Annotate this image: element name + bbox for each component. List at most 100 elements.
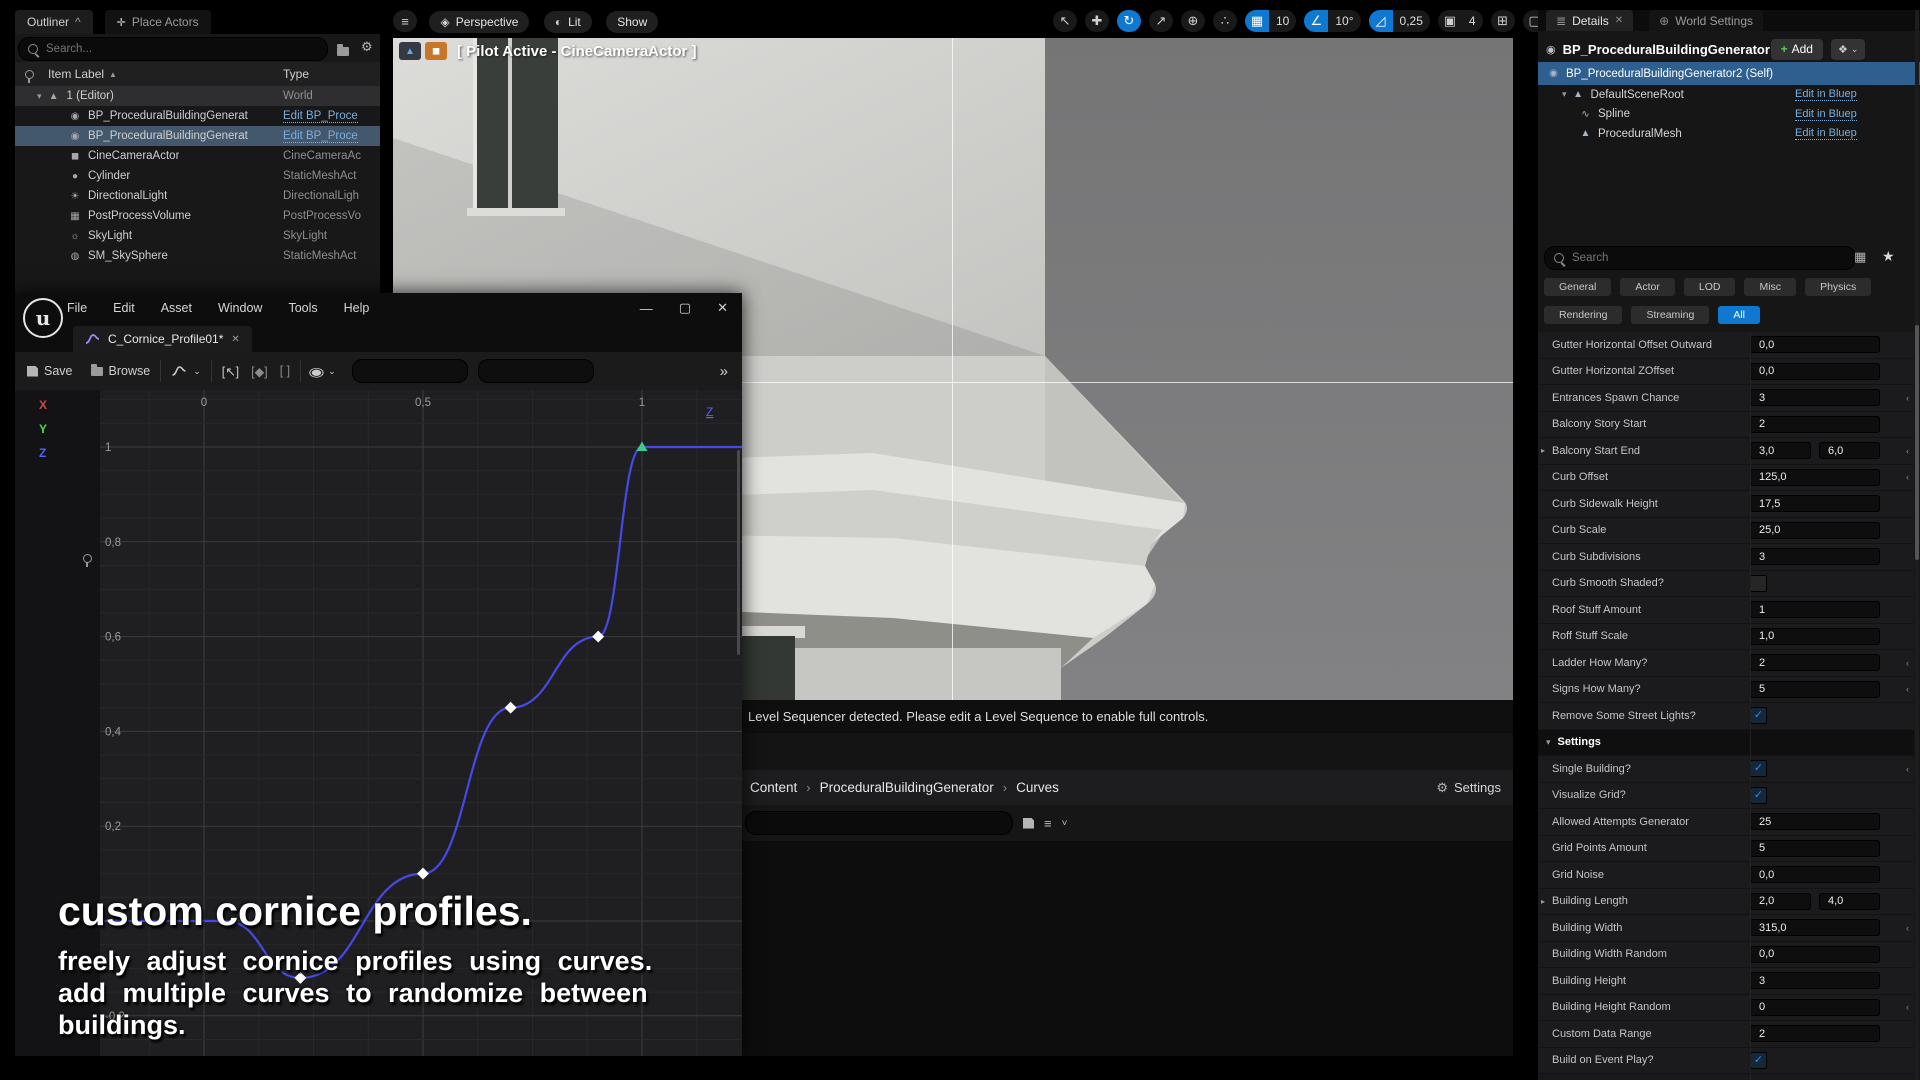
checkbox[interactable]: ✓ (1750, 1052, 1767, 1069)
property-row[interactable]: Roff Stuff Scale1,0 (1538, 624, 1914, 651)
menu-edit[interactable]: Edit (113, 301, 135, 315)
edit-in-blueprint-link[interactable]: Edit in Bluep (1795, 108, 1857, 121)
outliner-row[interactable]: ☼SkyLightSkyLight (15, 226, 380, 246)
value-field[interactable]: 25 (1750, 813, 1880, 830)
reset-to-default-icon[interactable]: ‹ (1906, 684, 1909, 694)
checkbox[interactable] (1750, 575, 1767, 592)
checkbox[interactable]: ✓ (1750, 760, 1767, 777)
key-tool[interactable]: [◆] (251, 364, 268, 379)
outliner-settings-gear-icon[interactable]: ⚙ (361, 39, 373, 55)
channel-y[interactable]: Y (39, 422, 47, 436)
category-chip-actor[interactable]: Actor (1620, 278, 1675, 296)
value-field[interactable]: 3 (1750, 389, 1880, 406)
outliner-row[interactable]: ◼CineCameraActorCineCameraAc (15, 146, 380, 166)
value-field[interactable]: 0 (1750, 999, 1880, 1016)
value-field[interactable]: 5 (1750, 681, 1880, 698)
asset-grid-area[interactable] (742, 841, 1513, 1056)
menu-window[interactable]: Window (218, 301, 262, 315)
value-field[interactable]: 0,0 (1750, 946, 1880, 963)
property-row[interactable]: Grid Noise0,0 (1538, 862, 1914, 889)
property-row[interactable]: Building Width Random0,0 (1538, 942, 1914, 969)
overflow-chevrons-icon[interactable]: » (720, 363, 728, 380)
component-tree-row[interactable]: ▲ProceduralMeshEdit in Bluep (1538, 124, 1920, 144)
component-tree-row[interactable]: ◉BP_ProceduralBuildingGenerator2 (Self) (1538, 62, 1920, 85)
visibility-dropdown[interactable]: ◉ ⌄ (311, 364, 335, 379)
checkbox[interactable]: ✓ (1750, 787, 1767, 804)
chevron-down-icon[interactable]: ˅ (1062, 818, 1068, 829)
value-field[interactable]: 0,0 (1750, 336, 1880, 353)
category-chip-rendering[interactable]: Rendering (1544, 306, 1622, 324)
content-browser-settings-button[interactable]: ⚙ Settings (1436, 780, 1501, 796)
property-category-header[interactable]: ▾Settings (1538, 730, 1914, 757)
value-field[interactable]: 3,0 (1750, 442, 1811, 459)
select-button[interactable]: ↖ (1053, 10, 1077, 32)
tab-details[interactable]: ≣ Details ✕ (1546, 10, 1633, 31)
move-button[interactable]: ✚ (1085, 10, 1109, 32)
reset-to-default-icon[interactable]: ‹ (1906, 472, 1909, 482)
value-field[interactable]: 4,0 (1819, 893, 1880, 910)
show-button[interactable]: Show (606, 11, 658, 33)
breadcrumb-item[interactable]: Content (750, 780, 797, 795)
save-button[interactable]: Save (27, 364, 73, 378)
property-row[interactable]: Ladder How Many?2‹ (1538, 650, 1914, 677)
property-row[interactable]: Visualize Grid?✓ (1538, 783, 1914, 810)
lit-mode-button[interactable]: ◐ Lit (544, 11, 592, 33)
property-row[interactable]: Curb Offset125,0‹ (1538, 465, 1914, 492)
value-field[interactable]: 1 (1750, 601, 1880, 618)
expander-icon[interactable]: ▾ (37, 91, 42, 102)
edit-in-blueprint-link[interactable]: Edit in Bluep (1795, 127, 1857, 140)
channel-z[interactable]: Z (39, 446, 46, 460)
component-tree-row[interactable]: ▾▲DefaultSceneRootEdit in Bluep (1538, 85, 1920, 105)
tab-world-settings[interactable]: ⊕ World Settings (1649, 10, 1763, 31)
value-field[interactable]: 6,0 (1819, 442, 1880, 459)
curve-editor-titlebar[interactable]: FileEditAssetWindowToolsHelp — ▢ ✕ (15, 293, 742, 323)
globe-button[interactable]: ⊕ (1181, 10, 1205, 32)
checkbox[interactable]: ✓ (1750, 707, 1767, 724)
property-row[interactable]: Curb Scale25,0 (1538, 518, 1914, 545)
frame-tool[interactable]: [ ] (280, 364, 290, 378)
reset-to-default-icon[interactable]: ‹ (1906, 923, 1909, 933)
outliner-row[interactable]: ◉BP_ProceduralBuildingGeneratEdit BP_Pro… (15, 106, 380, 126)
scrollbar-thumb[interactable] (1915, 325, 1919, 560)
new-folder-icon[interactable] (337, 47, 349, 56)
menu-asset[interactable]: Asset (161, 301, 192, 315)
rotation-snap-button[interactable]: ∠10° (1304, 10, 1360, 32)
outliner-row[interactable]: ◉BP_ProceduralBuildingGeneratEdit BP_Pro… (15, 126, 380, 146)
scale-button[interactable]: ↗ (1149, 10, 1173, 32)
outliner-row[interactable]: ☀DirectionalLightDirectionalLigh (15, 186, 380, 206)
add-component-button[interactable]: + Add (1771, 39, 1823, 60)
curve-template-dropdown[interactable]: ⌄ (171, 365, 201, 377)
property-row[interactable]: Build on Event Play?✓ (1538, 1048, 1914, 1075)
breadcrumb-item[interactable]: Curves (1016, 780, 1059, 795)
browse-button[interactable]: Browse (91, 364, 151, 378)
maximize-button[interactable]: ▢ (679, 300, 691, 316)
surface-snap-button[interactable]: ∴ (1213, 10, 1237, 32)
category-chip-all[interactable]: All (1718, 306, 1760, 324)
cinematic-viewport-icon[interactable]: ▲ (399, 42, 421, 60)
outliner-search-input[interactable] (44, 42, 318, 56)
value-field[interactable]: 3 (1750, 972, 1880, 989)
property-row[interactable]: Entrances Spawn Chance3‹ (1538, 385, 1914, 412)
property-row[interactable]: Signs How Many?5‹ (1538, 677, 1914, 704)
reset-to-default-icon[interactable]: ‹ (1906, 446, 1909, 456)
property-row[interactable]: Roof Stuff Amount1 (1538, 597, 1914, 624)
details-search-input[interactable] (1570, 251, 1846, 265)
property-row[interactable]: Curb Sidewalk Height17,5 (1538, 491, 1914, 518)
pin-icon[interactable] (83, 554, 92, 563)
category-chip-lod[interactable]: LOD (1684, 278, 1736, 296)
property-row[interactable]: Building Width315,0‹ (1538, 915, 1914, 942)
expander-icon[interactable]: ▸ (1541, 897, 1545, 906)
category-chip-general[interactable]: General (1544, 278, 1611, 296)
property-row[interactable]: Balcony Story Start2 (1538, 412, 1914, 439)
property-row[interactable]: ▸Building Length2,04,0 (1538, 889, 1914, 916)
curve-toolbar-field-1[interactable] (352, 359, 468, 383)
property-row[interactable]: Remove Some Street Lights?✓ (1538, 703, 1914, 730)
grid-snap-button[interactable]: ▦10 (1245, 10, 1296, 32)
graph-scrollbar[interactable] (737, 450, 740, 655)
breadcrumb-item[interactable]: ProceduralBuildingGenerator (820, 780, 994, 795)
property-row[interactable]: Curb Smooth Shaded? (1538, 571, 1914, 598)
value-field[interactable]: 315,0 (1750, 919, 1880, 936)
details-search[interactable] (1544, 246, 1856, 270)
channel-x[interactable]: X (39, 398, 47, 412)
tab-place-actors[interactable]: ✛ Place Actors (105, 10, 211, 34)
